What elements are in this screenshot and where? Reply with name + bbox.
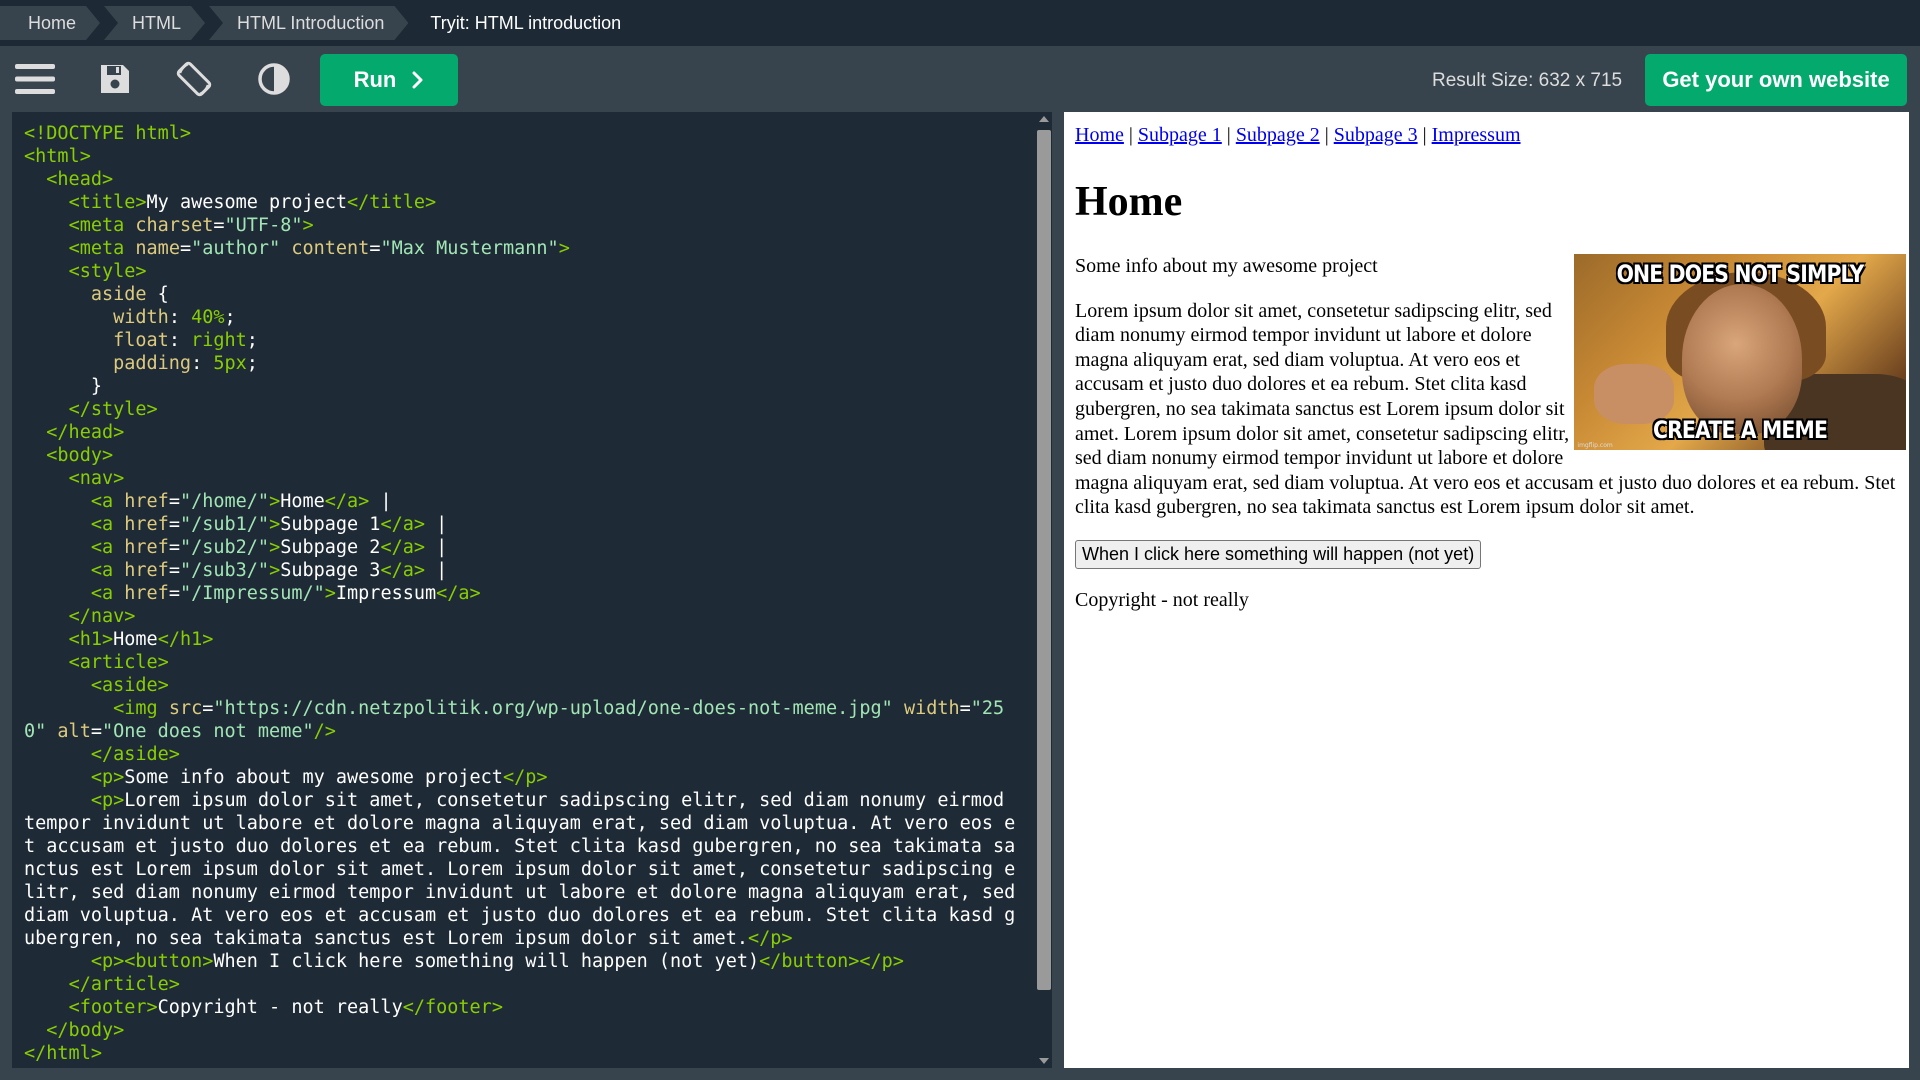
meme-hand-shape xyxy=(1594,364,1675,424)
code-nav-href: "/sub3/" xyxy=(179,560,270,581)
meme-face-shape xyxy=(1682,284,1803,434)
code-css-float: right xyxy=(191,330,247,351)
breadcrumb-html[interactable]: HTML xyxy=(104,6,205,40)
code-css-selector: aside xyxy=(90,284,147,305)
code-charset: "UTF-8" xyxy=(224,215,303,236)
nav-link-subpage-1[interactable]: Subpage 1 xyxy=(1138,124,1222,146)
breadcrumb-home[interactable]: Home xyxy=(0,6,100,40)
meme-watermark: imgflip.com xyxy=(1577,442,1613,449)
contrast-icon xyxy=(258,63,290,95)
meme-top-text: ONE DOES NOT SIMPLY xyxy=(1616,260,1865,288)
save-button[interactable] xyxy=(88,54,142,104)
result-frame[interactable]: Home | Subpage 1 | Subpage 2 | Subpage 3… xyxy=(1064,112,1909,1068)
code-img-src: "https://cdn.netzpolitik.org/wp-upload/o… xyxy=(213,698,893,719)
code-h1-text: Home xyxy=(113,629,158,650)
code-nav-text: Impressum xyxy=(335,583,437,604)
code-p1-text: Some info about my awesome project xyxy=(124,767,503,788)
nav-link-subpage-3[interactable]: Subpage 3 xyxy=(1334,124,1418,146)
meme-image: ONE DOES NOT SIMPLY CREATE A MEME imgfli… xyxy=(1574,254,1907,450)
scroll-up-arrow-icon[interactable] xyxy=(1039,116,1049,122)
code-nav-href: "/sub1/" xyxy=(179,514,270,535)
code-img-alt: "One does not meme" xyxy=(101,721,314,742)
result-nav: Home | Subpage 1 | Subpage 2 | Subpage 3… xyxy=(1075,124,1521,146)
toolbar: Run Result Size: 632 x 715 Get your own … xyxy=(0,46,1920,112)
result-article: ONE DOES NOT SIMPLY CREATE A MEME imgfli… xyxy=(1075,254,1907,569)
code-title-text: My awesome project xyxy=(146,192,348,213)
rotate-icon xyxy=(176,61,212,97)
result-aside: ONE DOES NOT SIMPLY CREATE A MEME imgfli… xyxy=(1569,249,1907,455)
code-author-content: "Max Mustermann" xyxy=(380,238,559,259)
menu-icon xyxy=(15,64,55,94)
get-your-own-website-button[interactable]: Get your own website xyxy=(1645,54,1907,106)
code-nav-href: "/home/" xyxy=(179,491,270,512)
code-p2-text: Lorem ipsum dolor sit amet, consetetur s… xyxy=(24,790,1027,949)
nav-link-subpage-2[interactable]: Subpage 2 xyxy=(1236,124,1320,146)
result-button-paragraph: When I click here something will happen … xyxy=(1075,539,1899,569)
theme-toggle-button[interactable] xyxy=(247,54,301,104)
result-heading: Home xyxy=(1075,179,1183,225)
menu-button[interactable] xyxy=(8,54,62,104)
editor-scrollbar[interactable] xyxy=(1034,112,1052,1068)
breadcrumb-current: Tryit: HTML introduction xyxy=(430,12,622,33)
code-author-name: "author" xyxy=(191,238,281,259)
code-content[interactable]: <!DOCTYPE html> <html> <head> <title>My … xyxy=(12,112,1022,1065)
code-nav-href: "/sub2/" xyxy=(179,537,270,558)
code-css-width: 40% xyxy=(191,307,225,328)
result-action-button[interactable]: When I click here something will happen … xyxy=(1075,539,1482,569)
code-css-padding: 5px xyxy=(213,353,247,374)
breadcrumb-html-introduction[interactable]: HTML Introduction xyxy=(209,6,408,40)
chevron-right-icon xyxy=(412,71,423,89)
scroll-down-arrow-icon[interactable] xyxy=(1039,1058,1049,1064)
meme-bottom-text: CREATE A MEME xyxy=(1653,416,1828,444)
run-label: Run xyxy=(353,67,397,92)
code-nav-text: Subpage 2 xyxy=(280,537,381,558)
scroll-thumb[interactable] xyxy=(1037,130,1051,990)
run-button[interactable]: Run xyxy=(320,54,458,106)
breadcrumb: Home HTML HTML Introduction Tryit: HTML … xyxy=(0,0,1920,46)
result-footer: Copyright - not really xyxy=(1075,588,1249,611)
code-doctype: <!DOCTYPE html> xyxy=(24,123,192,144)
code-nav-text: Subpage 3 xyxy=(280,560,381,581)
code-footer-text: Copyright - not really xyxy=(157,997,403,1018)
code-nav-text: Home xyxy=(280,491,325,512)
code-nav-text: Subpage 1 xyxy=(280,514,381,535)
nav-link-home[interactable]: Home xyxy=(1075,124,1124,146)
code-editor[interactable]: <!DOCTYPE html> <html> <head> <title>My … xyxy=(12,112,1052,1068)
save-icon xyxy=(101,65,129,93)
result-size-label: Result Size: 632 x 715 xyxy=(1432,70,1623,91)
rotate-button[interactable] xyxy=(167,54,221,104)
nav-link-impressum[interactable]: Impressum xyxy=(1432,124,1521,146)
code-nav-href: "/Impressum/" xyxy=(179,583,325,604)
code-button-text: When I click here something will happen … xyxy=(213,951,760,972)
